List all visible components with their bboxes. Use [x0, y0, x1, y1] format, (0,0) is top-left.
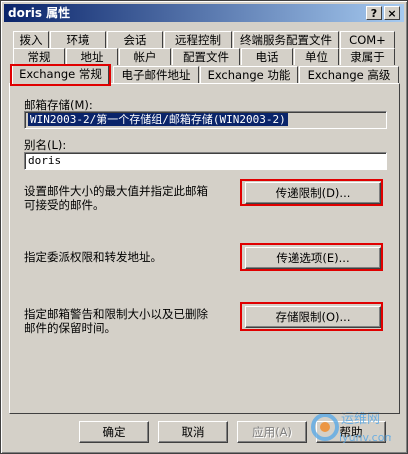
- tab-panel: 邮箱存储(M): WIN2003-2/第一个存储组/邮箱存储(WIN2003-2…: [9, 83, 400, 414]
- tab-email-addresses[interactable]: 电子邮件地址: [113, 66, 199, 83]
- apply-button[interactable]: 应用(A): [237, 421, 307, 443]
- tab-general[interactable]: 常规: [13, 48, 65, 65]
- properties-dialog: doris 属性 ? × 拨入 环境 会话 远程控制 终端服务配置文件 COM+…: [0, 0, 408, 454]
- alias-label: 别名(L):: [24, 138, 67, 152]
- delivery-restrictions-desc-2: 可接受的邮件。: [24, 198, 105, 212]
- storage-limits-desc-2: 邮件的保留时间。: [24, 321, 116, 335]
- mailbox-store-value: WIN2003-2/第一个存储组/邮箱存储(WIN2003-2): [28, 113, 288, 126]
- tab-exchange-general[interactable]: Exchange 常规: [10, 64, 111, 86]
- help-title-button[interactable]: ?: [366, 6, 382, 20]
- tab-com-plus[interactable]: COM+: [340, 31, 395, 48]
- tab-exchange-features[interactable]: Exchange 功能: [200, 66, 298, 83]
- delivery-options-desc: 指定委派权限和转发地址。: [24, 250, 162, 264]
- title-bar: doris 属性 ? ×: [4, 4, 404, 22]
- svg-text:iyunv.com: iyunv.com: [339, 431, 391, 444]
- tab-profile[interactable]: 配置文件: [172, 48, 240, 65]
- tab-sessions[interactable]: 会话: [107, 31, 163, 48]
- delivery-restrictions-button[interactable]: 传递限制(D)...: [245, 182, 381, 204]
- tab-environment[interactable]: 环境: [50, 31, 106, 48]
- storage-limits-button[interactable]: 存储限制(O)...: [245, 306, 381, 328]
- mailbox-store-field[interactable]: WIN2003-2/第一个存储组/邮箱存储(WIN2003-2): [24, 111, 387, 129]
- tab-address[interactable]: 地址: [66, 48, 118, 65]
- svg-text:运维网: 运维网: [341, 412, 380, 427]
- tab-terminal-services-profile[interactable]: 终端服务配置文件: [233, 31, 339, 48]
- tab-telephones[interactable]: 电话: [241, 48, 293, 65]
- alias-input[interactable]: doris: [24, 152, 387, 170]
- close-title-button[interactable]: ×: [384, 6, 400, 20]
- tab-remote-control[interactable]: 远程控制: [164, 31, 232, 48]
- tab-exchange-advanced[interactable]: Exchange 高级: [299, 66, 399, 83]
- window-title: doris 属性: [8, 6, 71, 20]
- ok-button[interactable]: 确定: [79, 421, 149, 443]
- delivery-options-button[interactable]: 传递选项(E)...: [245, 247, 381, 269]
- tab-member-of[interactable]: 隶属于: [340, 48, 395, 65]
- tab-dialin[interactable]: 拨入: [13, 31, 49, 48]
- tab-account[interactable]: 帐户: [119, 48, 171, 65]
- cancel-button[interactable]: 取消: [158, 421, 228, 443]
- tab-organization[interactable]: 单位: [294, 48, 339, 65]
